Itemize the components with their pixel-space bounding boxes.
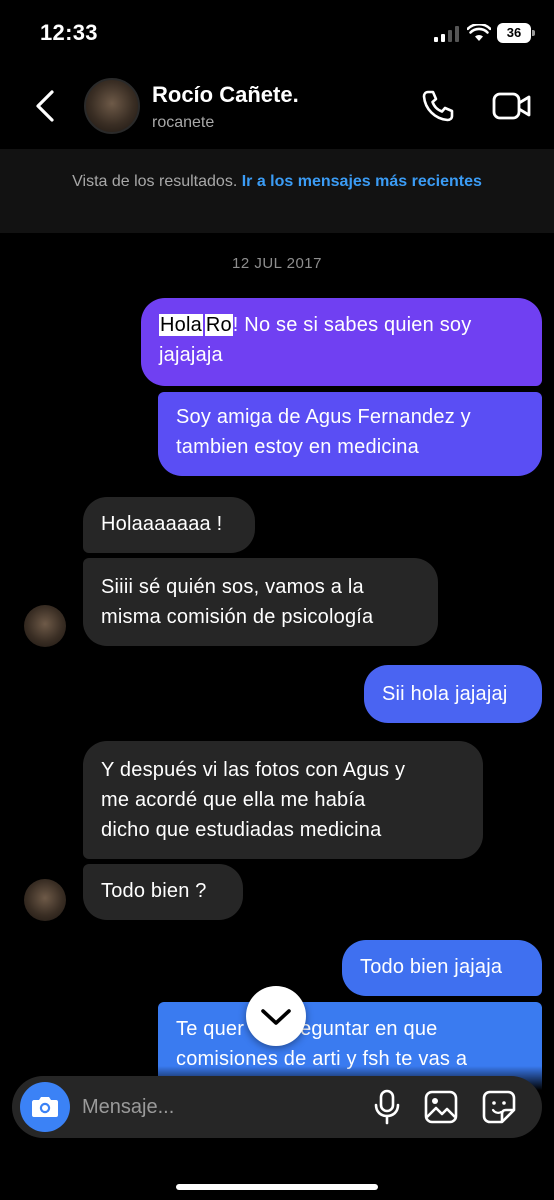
message-text-line: dicho que estudiadas medicina: [101, 819, 382, 841]
wifi-icon: [467, 24, 491, 41]
chat-header: Rocío Cañete. rocanete: [0, 66, 554, 148]
message-text-line: Siiii sé quién sos, vamos a la: [101, 576, 364, 598]
incoming-message[interactable]: Todo bien ?: [83, 864, 243, 920]
chevron-down-icon: [261, 1009, 291, 1025]
sticker-icon[interactable]: [482, 1090, 516, 1124]
battery-indicator: 36: [497, 23, 535, 43]
contact-avatar[interactable]: [84, 78, 140, 134]
message-text: Todo bien jajaja: [360, 956, 503, 978]
message-text: Todo bien ?: [101, 880, 207, 902]
message-text: Sii hola jajajaj: [382, 683, 508, 705]
message-text-line: tambien estoy en medicina: [176, 436, 419, 458]
home-indicator: [176, 1184, 378, 1190]
contact-handle[interactable]: rocanete: [152, 114, 214, 132]
incoming-message[interactable]: Y después vi las fotos con Agus y me aco…: [83, 741, 483, 859]
banner-text: Vista de los resultados.: [72, 173, 238, 190]
search-highlight: Hola: [159, 314, 203, 336]
contact-name[interactable]: Rocío Cañete.: [152, 82, 299, 108]
message-text-line: Soy amiga de Agus Fernandez y: [176, 406, 471, 428]
date-separator: 12 JUL 2017: [231, 255, 322, 272]
mic-icon[interactable]: [370, 1089, 404, 1125]
message-text-line: Te quer eguntar en que: [176, 1018, 438, 1040]
message-input[interactable]: [82, 1092, 332, 1122]
message-text: Holaaaaaaa !: [101, 513, 223, 535]
incoming-message[interactable]: Siiii sé quién sos, vamos a la misma com…: [83, 558, 438, 646]
phone-icon[interactable]: [420, 88, 456, 124]
message-text-line: misma comisión de psicología: [101, 606, 374, 628]
status-bar: 12:33 36: [0, 0, 554, 66]
sender-avatar[interactable]: [24, 605, 66, 647]
message-text-line: me acordé que ella me había: [101, 789, 366, 811]
camera-button[interactable]: [20, 1082, 70, 1132]
jump-to-recent-link[interactable]: Ir a los mensajes más recientes: [242, 173, 482, 190]
outgoing-message[interactable]: Hola Ro! No se si sabes quien soy jajaja…: [141, 298, 542, 386]
scroll-to-bottom-button[interactable]: [246, 986, 306, 1046]
camera-icon: [32, 1097, 58, 1117]
gallery-icon[interactable]: [424, 1090, 458, 1124]
outgoing-message[interactable]: Todo bien jajaja: [342, 940, 542, 996]
status-time: 12:33: [40, 20, 98, 45]
incoming-message[interactable]: Holaaaaaaa !: [83, 497, 255, 553]
message-text-line: Y después vi las fotos con Agus y: [101, 759, 406, 781]
back-chevron-icon[interactable]: [28, 86, 64, 126]
search-results-banner: Vista de los resultados. Ir a los mensaj…: [0, 149, 554, 233]
message-composer: [12, 1076, 542, 1138]
outgoing-message[interactable]: Sii hola jajajaj: [364, 665, 542, 723]
search-highlight: Ro: [204, 314, 233, 336]
sender-avatar[interactable]: [24, 879, 66, 921]
signal-icon: [434, 26, 459, 42]
video-icon[interactable]: [492, 90, 532, 122]
outgoing-message[interactable]: Soy amiga de Agus Fernandez y tambien es…: [158, 392, 542, 476]
